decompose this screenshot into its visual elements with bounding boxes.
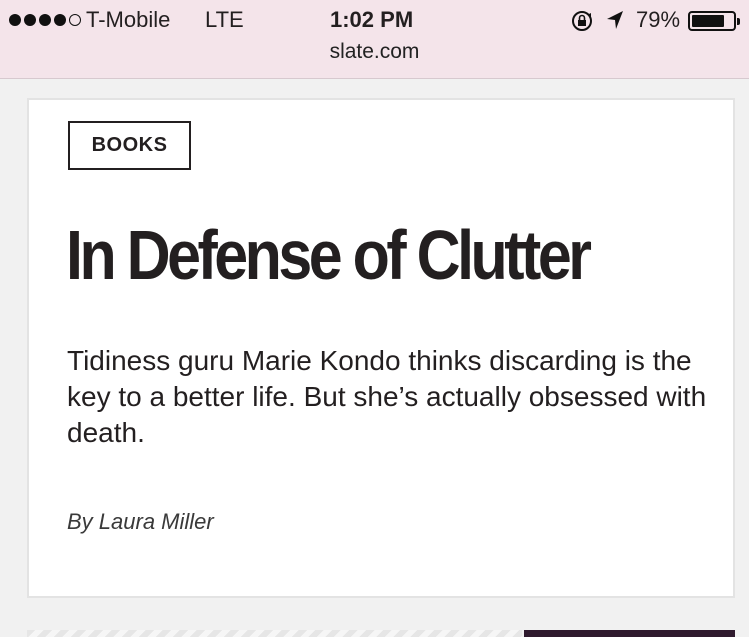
signal-strength-icon <box>9 14 81 26</box>
browser-chrome: T-Mobile LTE 1:02 PM 79% slate.com <box>0 0 749 79</box>
network-type: LTE <box>205 7 244 32</box>
article-byline[interactable]: By Laura Miller <box>67 509 214 535</box>
signal-dot <box>39 14 51 26</box>
location-arrow-icon <box>607 11 623 29</box>
article-headline[interactable]: In Defense of Clutter <box>66 220 640 290</box>
battery-icon <box>688 11 740 31</box>
signal-dot <box>24 14 36 26</box>
signal-dot-empty <box>69 14 81 26</box>
next-card-edge <box>27 630 522 637</box>
battery-percent: 79% <box>636 7 681 32</box>
status-time: 1:02 PM <box>330 7 414 32</box>
carrier-name: T-Mobile <box>86 7 171 32</box>
battery-nub <box>737 18 740 25</box>
article-dek: Tidiness guru Marie Kondo thinks discard… <box>67 345 707 448</box>
battery-fill <box>692 15 724 27</box>
article-card[interactable]: BOOKS In Defense of Clutter Tidiness gur… <box>27 98 735 598</box>
signal-dot <box>9 14 21 26</box>
status-bar: T-Mobile LTE 1:02 PM 79% <box>0 0 749 40</box>
address-bar[interactable]: slate.com <box>0 40 749 64</box>
signal-dot <box>54 14 66 26</box>
rotation-lock-icon <box>572 11 592 31</box>
section-tag-books[interactable]: BOOKS <box>68 121 191 170</box>
accent-bar <box>524 630 735 637</box>
